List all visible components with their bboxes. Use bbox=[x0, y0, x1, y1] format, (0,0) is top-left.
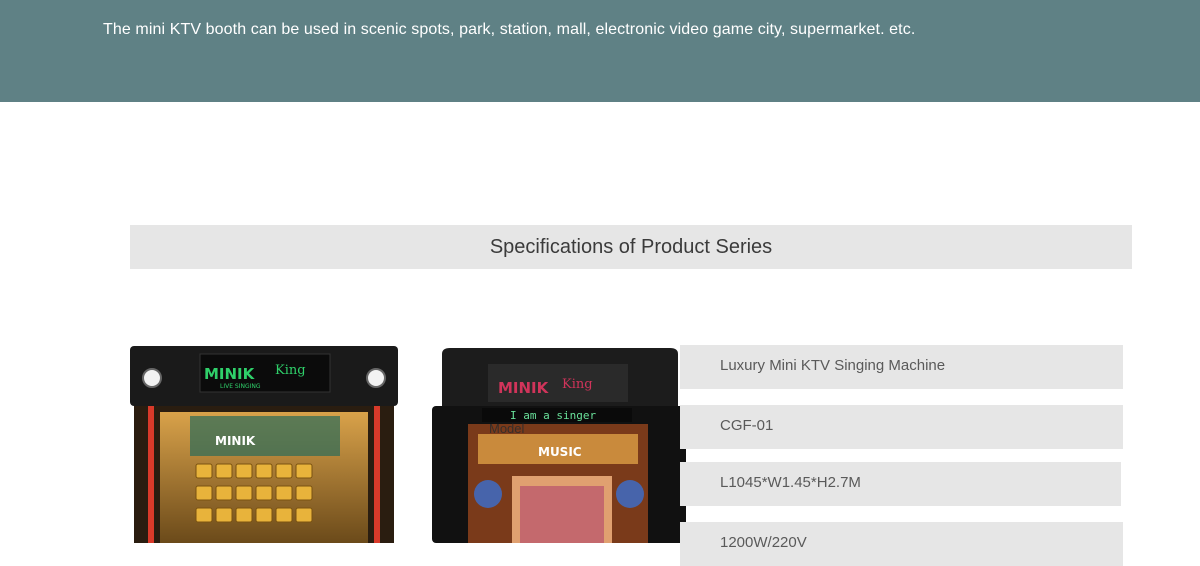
spec-row-name: Luxury Mini KTV Singing Machine bbox=[680, 345, 1123, 389]
product-1-inner-sign: MINIK bbox=[215, 434, 256, 448]
ktv-booth-image: MINIK King LIVE SINGING MINIK bbox=[130, 346, 398, 543]
top-banner: The mini KTV booth can be used in scenic… bbox=[0, 0, 1200, 102]
product-image-2: MINIK King I am a singer MUSIC bbox=[432, 346, 688, 543]
spec-value: L1045*W1.45*H2.7M bbox=[720, 474, 861, 491]
product-1-sub-sign: LIVE SINGING bbox=[220, 383, 261, 390]
product-image-1: MINIK King LIVE SINGING MINIK bbox=[130, 346, 398, 543]
product-2-screen: MUSIC bbox=[538, 445, 582, 459]
ktv-booth-image: MINIK King I am a singer MUSIC bbox=[432, 348, 686, 543]
product-1-sign: MINIK bbox=[204, 365, 256, 383]
spec-row-size: L1045*W1.45*H2.7M bbox=[680, 462, 1121, 506]
banner-description: The mini KTV booth can be used in scenic… bbox=[103, 21, 916, 38]
product-2-sign-script: King bbox=[562, 377, 593, 392]
spec-row-model: CGF-01 bbox=[680, 405, 1123, 449]
product-1-sign-script: King bbox=[275, 363, 306, 378]
spec-value: CGF-01 bbox=[720, 417, 774, 434]
spec-section-title: Specifications of Product Series bbox=[489, 235, 773, 258]
spec-value: Luxury Mini KTV Singing Machine bbox=[720, 357, 946, 374]
spec-section-header: Specifications of Product Series bbox=[130, 225, 1132, 269]
spec-row-power: 1200W/220V bbox=[680, 522, 1123, 566]
product-2-sign: MINIK bbox=[498, 379, 550, 397]
model-overlay-label: Model bbox=[489, 421, 525, 436]
